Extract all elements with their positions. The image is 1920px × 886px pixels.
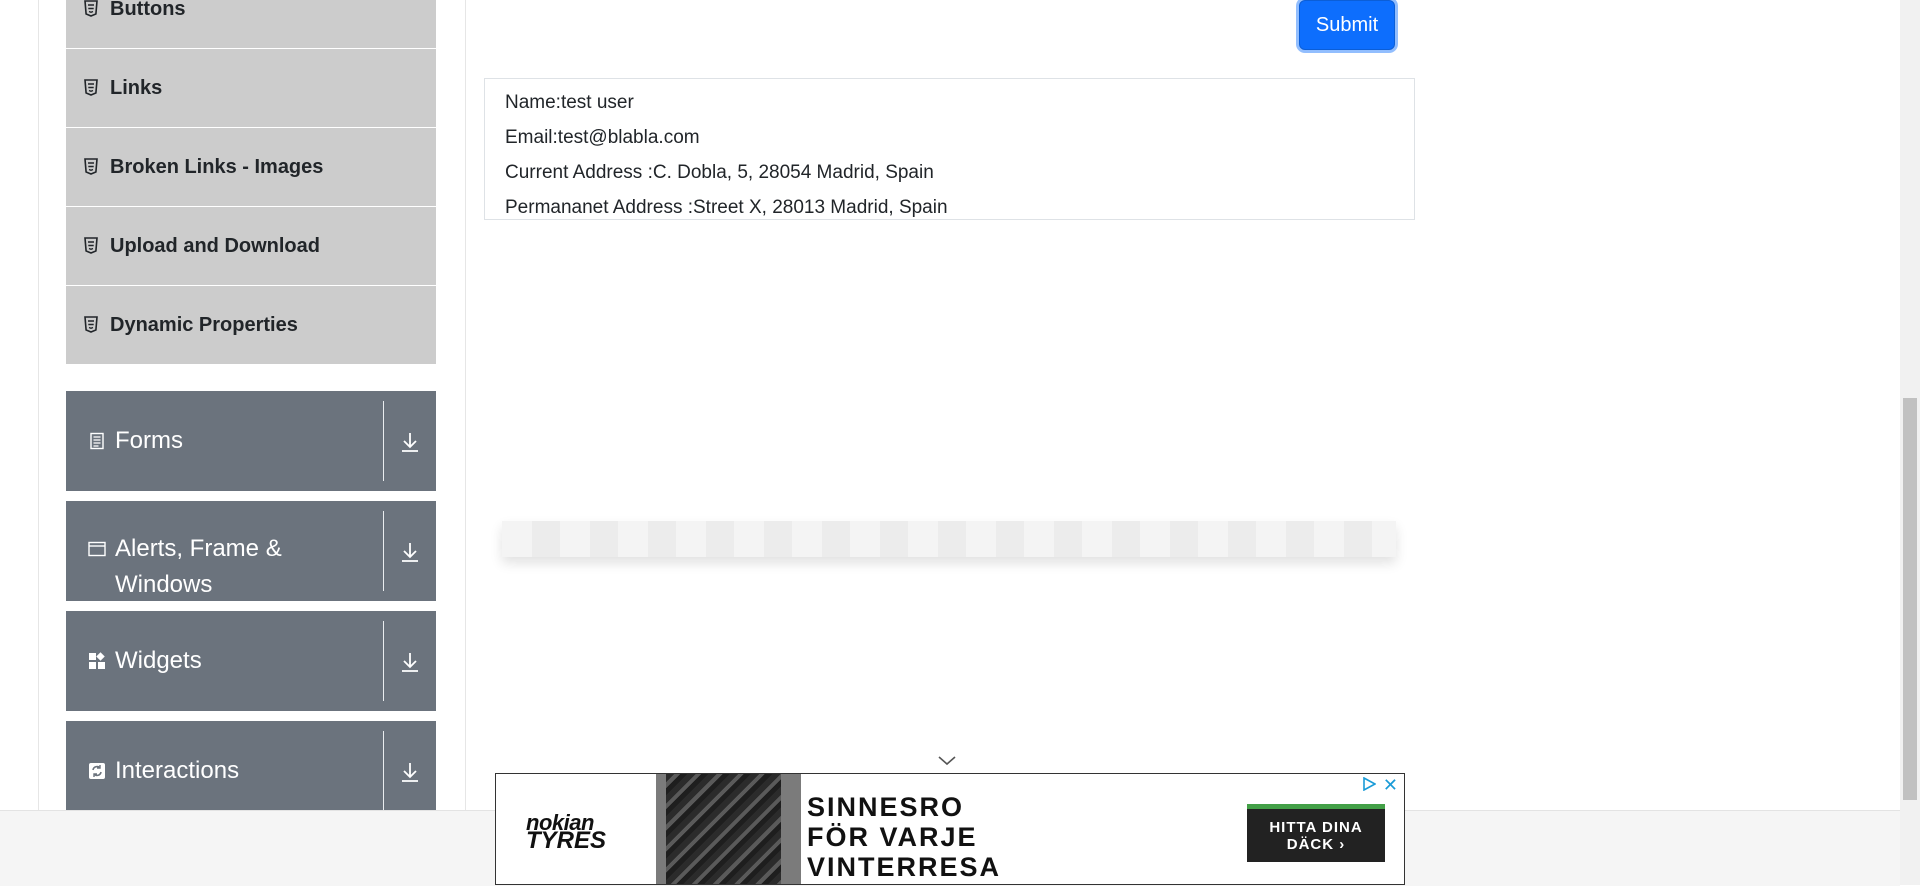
menu-item-label: Buttons bbox=[110, 0, 186, 20]
ad-placeholder-strip bbox=[502, 521, 1396, 557]
group-forms[interactable]: Forms bbox=[66, 391, 436, 491]
group-widgets[interactable]: Widgets bbox=[66, 611, 436, 711]
group-interactions[interactable]: Interactions bbox=[66, 721, 436, 821]
menu-item-buttons[interactable]: Buttons bbox=[66, 0, 436, 49]
ad-headline-line: FÖR VARJE bbox=[807, 822, 978, 852]
interactions-icon bbox=[89, 763, 105, 779]
bottom-ad-banner[interactable]: nokian TYRES SINNESRO FÖR VARJE VINTERRE… bbox=[495, 773, 1405, 885]
output-box: Name:test user Email:test@blabla.com Cur… bbox=[484, 78, 1415, 220]
group-label: Interactions bbox=[115, 757, 240, 784]
ad-tyre-image bbox=[666, 774, 781, 884]
group-label: Widgets bbox=[115, 647, 202, 674]
chevron-down-icon[interactable] bbox=[937, 755, 957, 767]
ad-headline-line: SINNESRO bbox=[807, 792, 965, 822]
download-arrow-icon bbox=[402, 763, 418, 782]
html5-icon bbox=[84, 237, 98, 254]
ad-brand-line2: TYRES bbox=[526, 827, 607, 854]
expand-button[interactable] bbox=[384, 611, 436, 673]
group-label: Alerts, Frame & Windows bbox=[115, 535, 282, 598]
menu-item-links[interactable]: Links bbox=[66, 49, 436, 128]
ad-cta-line: DÄCK › bbox=[1286, 836, 1346, 853]
group-alerts-frame-windows[interactable]: Alerts, Frame & Windows bbox=[66, 501, 436, 601]
html5-icon bbox=[84, 158, 98, 175]
output-current-address: Current Address :C. Dobla, 5, 28054 Madr… bbox=[505, 162, 934, 183]
left-panel: Buttons Links Broken Links - Images Uplo… bbox=[38, 0, 466, 821]
html5-icon bbox=[84, 316, 98, 333]
download-arrow-icon bbox=[402, 433, 418, 452]
group-label: Forms bbox=[115, 427, 183, 454]
menu-item-label: Upload and Download bbox=[110, 234, 320, 257]
download-arrow-icon bbox=[402, 653, 418, 672]
expand-button[interactable] bbox=[384, 501, 436, 563]
html5-icon bbox=[84, 79, 98, 96]
download-arrow-icon bbox=[402, 543, 418, 562]
document-icon bbox=[90, 432, 104, 450]
menu-item-label: Broken Links - Images bbox=[110, 155, 324, 178]
ad-headline-line: VINTERRESA bbox=[807, 852, 1002, 882]
widgets-icon bbox=[89, 652, 105, 669]
window-icon bbox=[88, 541, 106, 557]
menu-item-broken-links[interactable]: Broken Links - Images bbox=[66, 128, 436, 207]
expand-button[interactable] bbox=[384, 391, 436, 453]
output-name: Name:test user bbox=[505, 92, 634, 113]
expand-button[interactable] bbox=[384, 721, 436, 783]
close-icon[interactable]: ✕ bbox=[1383, 775, 1398, 796]
adchoices-icon[interactable] bbox=[1362, 777, 1376, 791]
ad-headline: SINNESRO FÖR VARJE VINTERRESA bbox=[807, 792, 1001, 882]
ad-brand-logo: nokian TYRES bbox=[526, 812, 607, 854]
menu-item-upload-download[interactable]: Upload and Download bbox=[66, 207, 436, 286]
html5-icon bbox=[84, 0, 98, 17]
menu-item-label: Dynamic Properties bbox=[110, 313, 298, 336]
elements-submenu: Buttons Links Broken Links - Images Uplo… bbox=[66, 0, 436, 365]
ad-cta-line: HITTA DINA bbox=[1269, 819, 1363, 836]
output-permanent-address: Permananet Address :Street X, 28013 Madr… bbox=[505, 197, 948, 218]
menu-item-label: Links bbox=[110, 76, 163, 99]
menu-item-dynamic-properties[interactable]: Dynamic Properties bbox=[66, 286, 436, 365]
submit-button[interactable]: Submit bbox=[1299, 0, 1395, 50]
output-email: Email:test@blabla.com bbox=[505, 127, 700, 148]
scrollbar-thumb[interactable] bbox=[1903, 398, 1917, 800]
ad-cta-button[interactable]: HITTA DINA DÄCK › bbox=[1247, 804, 1385, 862]
